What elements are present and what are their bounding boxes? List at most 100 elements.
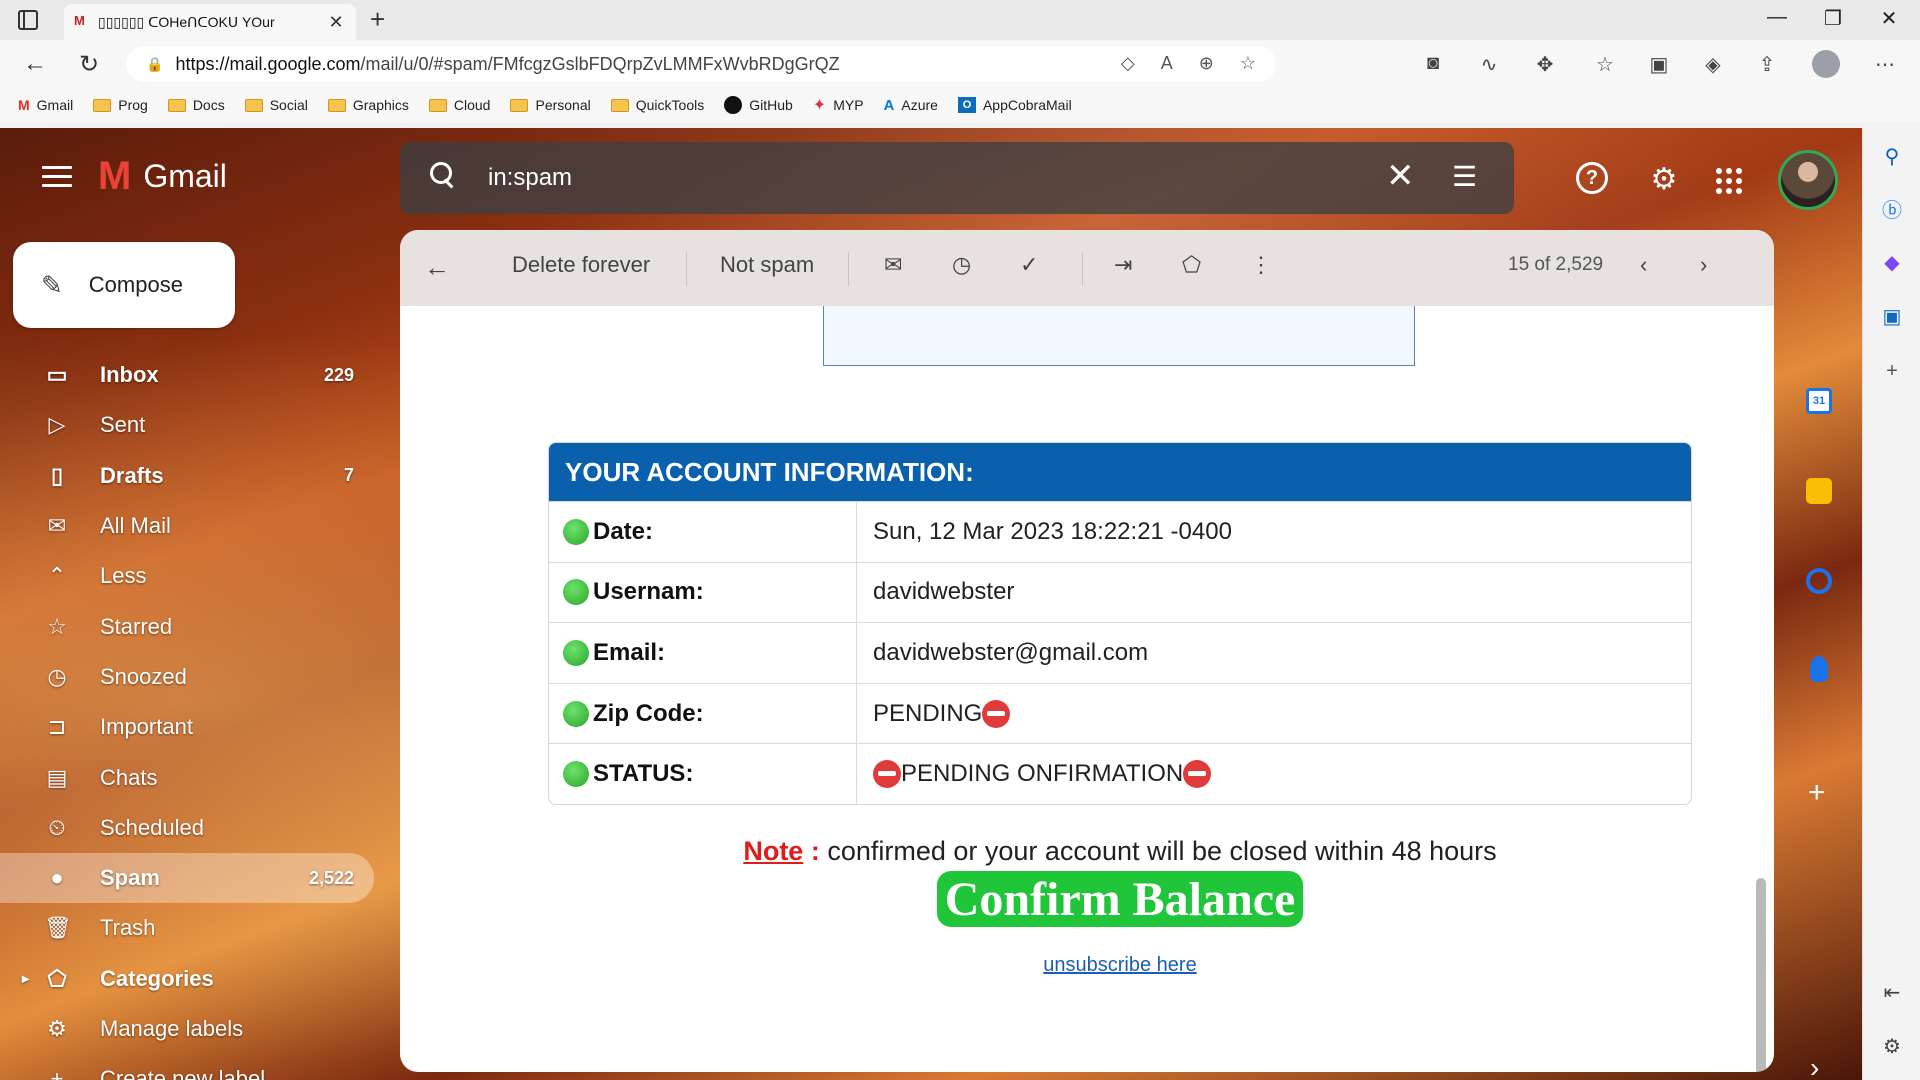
url-field[interactable]: 🔒 https://mail.google.com/mail/u/0/#spam…: [126, 46, 1276, 82]
chevron-up-icon: ⌃: [47, 563, 67, 589]
collections-icon[interactable]: ▣: [1644, 52, 1674, 77]
account-avatar[interactable]: [1778, 150, 1838, 210]
green-circle-icon: [563, 579, 589, 606]
new-tab-icon[interactable]: +: [370, 4, 385, 35]
sidebar-item-starred[interactable]: ☆ Starred: [0, 601, 374, 651]
sidebar-item-create-new-label[interactable]: + Create new label: [0, 1054, 374, 1080]
settings-icon[interactable]: ⚙: [1644, 162, 1684, 197]
app-available-icon[interactable]: ◇: [1121, 53, 1135, 74]
bookmark-social[interactable]: Social: [244, 97, 308, 113]
refresh-icon[interactable]: ↻: [74, 50, 104, 79]
pocket-icon[interactable]: ◙: [1418, 52, 1448, 75]
sidebar-item-categories[interactable]: ▸ ⬠ Categories: [0, 954, 374, 1004]
clear-search-icon[interactable]: ✕: [1386, 156, 1415, 196]
draft-icon: ▯: [50, 462, 64, 488]
get-addons-icon[interactable]: +: [1808, 776, 1834, 809]
restore-icon[interactable]: ❐: [1808, 6, 1858, 31]
back-icon[interactable]: ←: [20, 50, 50, 78]
email-banner-box: [823, 306, 1415, 366]
edge-shopping-icon[interactable]: ◆: [1879, 250, 1905, 276]
folder-icon: [510, 98, 529, 112]
bookmark-prog[interactable]: Prog: [93, 97, 148, 113]
bookmark-cloud[interactable]: Cloud: [428, 97, 490, 113]
bookmark-github[interactable]: GitHub: [724, 96, 793, 114]
tab-actions-icon[interactable]: [18, 10, 38, 30]
bookmark-azure[interactable]: A Azure: [884, 97, 938, 114]
older-icon[interactable]: ›: [1700, 252, 1707, 278]
profile-icon[interactable]: [1812, 50, 1840, 78]
search-input[interactable]: in:spam: [488, 164, 572, 192]
extensions-icon[interactable]: ✥: [1530, 52, 1560, 77]
search-options-icon[interactable]: ☰: [1452, 160, 1477, 193]
bing-chat-icon[interactable]: ⓑ: [1879, 198, 1905, 224]
expand-caret-icon[interactable]: ▸: [22, 970, 29, 987]
gmail-logo[interactable]: M Gmail: [98, 156, 227, 196]
folder-icon: [244, 98, 263, 112]
bookmark-graphics[interactable]: Graphics: [327, 97, 409, 113]
contacts-icon[interactable]: [1810, 656, 1828, 682]
search-bar[interactable]: in:spam ✕ ☰: [400, 142, 1514, 214]
sidebar-settings-icon[interactable]: ⚙: [1879, 1034, 1905, 1060]
bookmark-gmail[interactable]: M Gmail: [18, 97, 73, 113]
sidebar-item-important[interactable]: ⊐ Important: [0, 702, 374, 752]
sidebar-item-spam[interactable]: ● Spam 2,522: [0, 852, 374, 904]
back-to-spam-icon[interactable]: ←: [424, 252, 450, 283]
scrollbar-thumb[interactable]: [1756, 878, 1766, 1072]
move-to-icon[interactable]: ⇥: [1114, 252, 1132, 278]
google-apps-icon[interactable]: [1716, 168, 1756, 194]
lock-icon[interactable]: 🔒: [146, 56, 163, 73]
mark-unread-icon[interactable]: ✉: [884, 252, 902, 278]
add-to-tasks-icon[interactable]: ✓: [1020, 252, 1038, 278]
outlook-icon[interactable]: ▣: [1879, 304, 1905, 330]
bookmark-personal[interactable]: Personal: [510, 97, 591, 113]
confirm-balance-button[interactable]: Confirm Balance: [937, 871, 1303, 927]
more-options-icon[interactable]: ⋯: [1870, 52, 1900, 77]
row-value: Sun, 12 Mar 2023 18:22:21 -0400: [873, 517, 1232, 545]
bookmark-quicktools[interactable]: QuickTools: [610, 97, 704, 113]
not-spam-button[interactable]: Not spam: [720, 252, 814, 278]
bookmark-myp[interactable]: ✦ MYP: [813, 95, 864, 115]
tab-close-icon[interactable]: ✕: [326, 12, 346, 33]
edge-add-icon[interactable]: +: [1879, 358, 1905, 384]
zoom-icon[interactable]: ⊕: [1199, 53, 1214, 74]
tasks-icon[interactable]: [1806, 568, 1832, 594]
add-favorite-icon[interactable]: ☆: [1240, 53, 1256, 74]
active-tab[interactable]: M ▯▯▯▯▯▯ ᑕOHeᑎᑕOKᑌ YOur ✕: [64, 4, 356, 40]
read-aloud-icon[interactable]: A: [1161, 53, 1173, 74]
sidebar-item-inbox[interactable]: ▭ Inbox 229: [0, 350, 374, 400]
sidebar-item-chats[interactable]: ▤ Chats: [0, 752, 374, 802]
search-icon[interactable]: [430, 162, 456, 188]
support-button[interactable]: ?: [1576, 162, 1616, 194]
sidebar-item-manage-labels[interactable]: ⚙ Manage labels: [0, 1004, 374, 1054]
sidebar-item-sent[interactable]: ▷ Sent: [0, 400, 374, 450]
close-window-icon[interactable]: ✕: [1864, 6, 1914, 31]
edge-search-icon[interactable]: ⚲: [1879, 144, 1905, 170]
share-icon[interactable]: ⇪: [1752, 52, 1782, 77]
hide-sidebar-icon[interactable]: ⇤: [1879, 980, 1905, 1006]
sidebar-item-less[interactable]: ⌃ Less: [0, 551, 374, 601]
minimize-icon[interactable]: —: [1752, 6, 1802, 29]
calendar-icon[interactable]: 31: [1806, 388, 1832, 414]
label-icon[interactable]: ⬠: [1182, 252, 1201, 278]
more-actions-icon[interactable]: ⋮: [1250, 252, 1272, 278]
sidebar-item-scheduled[interactable]: ⏲ Scheduled: [0, 803, 374, 853]
main-menu-icon[interactable]: [42, 166, 72, 193]
keep-icon[interactable]: [1806, 478, 1832, 504]
compose-button[interactable]: ✎ Compose: [13, 242, 235, 328]
sidebar-item-label: Snoozed: [100, 663, 187, 689]
sidebar-item-drafts[interactable]: ▯ Drafts 7: [0, 451, 374, 501]
newer-icon[interactable]: ‹: [1640, 252, 1647, 278]
performance-icon[interactable]: ◈: [1698, 52, 1728, 77]
sidebar-item-all-mail[interactable]: ✉ All Mail: [0, 501, 374, 551]
favorites-icon[interactable]: ☆: [1590, 52, 1620, 77]
delete-forever-button[interactable]: Delete forever: [512, 252, 650, 278]
show-side-panel-icon[interactable]: ›: [1810, 1052, 1836, 1080]
sidebar-item-trash[interactable]: 🗑 Trash: [0, 903, 374, 953]
unsubscribe-text[interactable]: unsubscribe here: [1043, 954, 1196, 976]
bookmark-appcobramail[interactable]: O AppCobraMail: [957, 97, 1072, 113]
row-value[interactable]: PENDING ONFIRMATION: [901, 760, 1183, 788]
bookmark-docs[interactable]: Docs: [167, 97, 225, 113]
extension-icon[interactable]: ∿: [1474, 52, 1504, 77]
snooze-icon[interactable]: ◷: [952, 252, 971, 278]
sidebar-item-snoozed[interactable]: ◷ Snoozed: [0, 652, 374, 702]
